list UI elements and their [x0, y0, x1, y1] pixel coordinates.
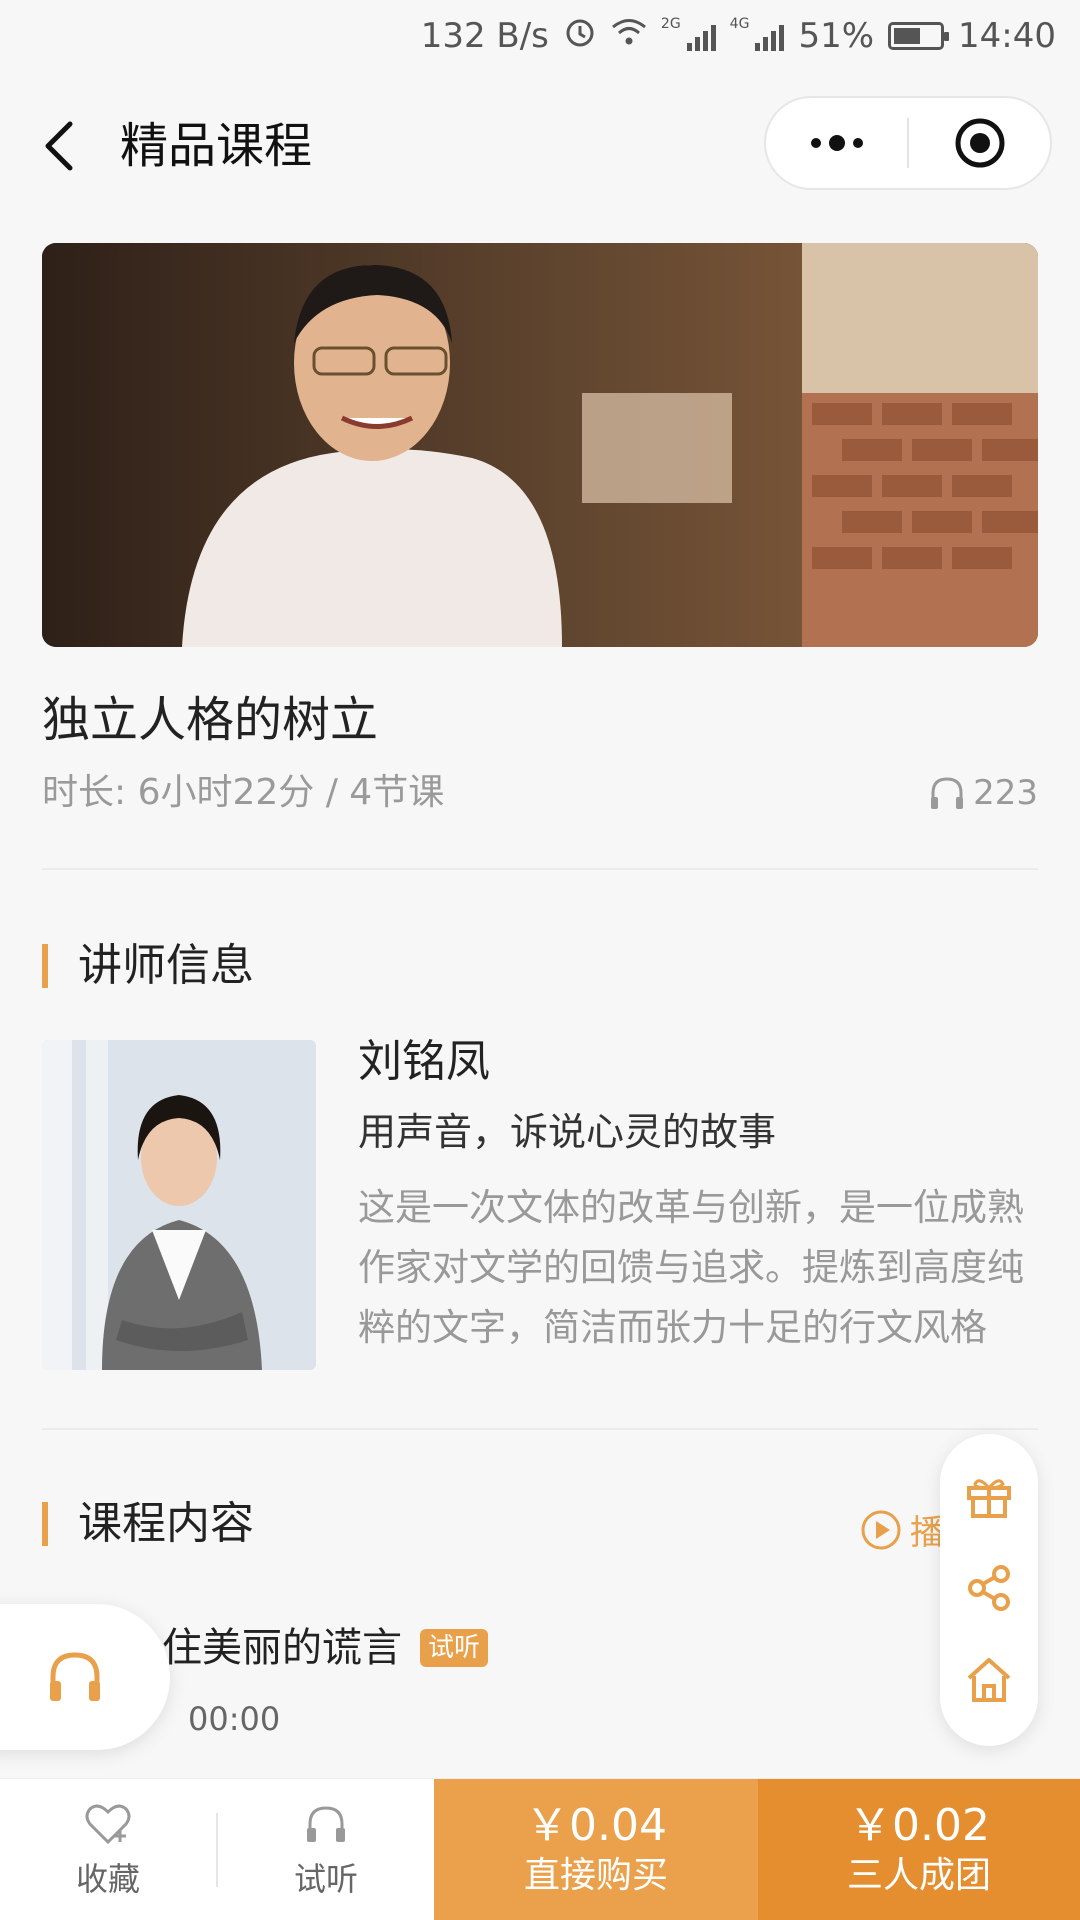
- direct-price: ￥0.04: [525, 1799, 667, 1851]
- play-all-button[interactable]: 播: [860, 1505, 944, 1554]
- battery-icon: [888, 22, 950, 50]
- play-all-label: 播: [910, 1513, 944, 1553]
- play-circle-icon: [861, 1510, 901, 1549]
- trial-label: 试听: [293, 1859, 358, 1898]
- more-dots-icon: [810, 135, 863, 151]
- favorite-button[interactable]: 收藏: [0, 1779, 216, 1920]
- section-heading-text: 课程内容: [78, 1498, 254, 1549]
- share-icon: [968, 1565, 1010, 1611]
- headphones-icon: [931, 777, 964, 809]
- floating-player-button[interactable]: [0, 1604, 170, 1750]
- clock: 14:40: [958, 16, 1056, 56]
- bottom-action-bar: 收藏 试听 ￥0.04 直接购买 ￥0.02 三人成团: [0, 1778, 1080, 1920]
- course-banner-image: [42, 243, 1038, 647]
- more-button[interactable]: [766, 98, 907, 188]
- signal-icon: [686, 21, 716, 51]
- buy-direct-button[interactable]: ￥0.04 直接购买: [434, 1779, 758, 1920]
- back-button[interactable]: [40, 116, 80, 176]
- gift-button[interactable]: [963, 1470, 1015, 1526]
- course-title: 独立人格的树立: [42, 692, 379, 748]
- floating-side-menu: [940, 1434, 1038, 1746]
- trial-badge: 试听: [420, 1629, 489, 1667]
- teacher-description: 这是一次文体的改革与创新，是一位成熟作家对文学的回馈与追求。提炼到高度纯粹的文字…: [358, 1186, 1024, 1349]
- status-bar: 132 B/s 2G 4G 51% 14:40: [0, 0, 1080, 72]
- lesson-duration: 00:00: [188, 1700, 281, 1738]
- lesson-item[interactable]: 住美丽的谎言 试听: [162, 1620, 489, 1676]
- heart-plus-icon: [85, 1804, 131, 1844]
- group-price: ￥0.02: [848, 1799, 990, 1851]
- network-speed: 132 B/s: [420, 16, 549, 56]
- lesson-title-text: 住美丽的谎言: [162, 1625, 402, 1671]
- teacher-name: 刘铭凤: [358, 1036, 490, 1087]
- target-circle-icon: [955, 118, 1004, 168]
- teacher-avatar: [42, 1040, 316, 1370]
- teacher-slogan: 用声音，诉说心灵的故事: [358, 1110, 777, 1154]
- share-button[interactable]: [963, 1562, 1015, 1618]
- content-section-heading: 课程内容: [42, 1496, 254, 1552]
- alarm-icon: [563, 15, 597, 58]
- home-icon: [967, 1658, 1011, 1702]
- course-duration-meta: 时长: 6小时22分 / 4节课: [42, 772, 445, 813]
- page-title: 精品课程: [120, 118, 313, 174]
- section-accent-bar: [42, 944, 48, 988]
- net-2g-label: 2G: [660, 16, 681, 32]
- listen-count-value: 223: [973, 773, 1038, 813]
- home-button[interactable]: [963, 1654, 1015, 1710]
- chevron-left-icon: [45, 121, 73, 171]
- miniapp-capsule: [764, 96, 1052, 190]
- headphones-icon: [307, 1805, 345, 1842]
- group-buy-button[interactable]: ￥0.02 三人成团: [758, 1779, 1080, 1920]
- teacher-section-heading: 讲师信息: [42, 938, 254, 994]
- gift-icon: [967, 1479, 1011, 1518]
- net-4g-label: 4G: [729, 16, 750, 32]
- group-buy-label: 三人成团: [846, 1854, 991, 1896]
- favorite-label: 收藏: [75, 1859, 140, 1898]
- listen-count: 223: [927, 768, 1038, 818]
- section-heading-text: 讲师信息: [78, 940, 254, 991]
- divider: [42, 868, 1038, 870]
- section-accent-bar: [42, 1502, 48, 1546]
- nav-bar: 精品课程: [0, 72, 1080, 222]
- wifi-icon: [611, 16, 647, 56]
- direct-buy-label: 直接购买: [523, 1854, 668, 1896]
- close-miniapp-button[interactable]: [909, 98, 1050, 188]
- trial-listen-button[interactable]: 试听: [218, 1779, 434, 1920]
- battery-percent: 51%: [798, 16, 875, 56]
- signal-icon-2: [755, 21, 785, 51]
- headphones-icon: [50, 1652, 100, 1701]
- divider: [42, 1428, 1038, 1430]
